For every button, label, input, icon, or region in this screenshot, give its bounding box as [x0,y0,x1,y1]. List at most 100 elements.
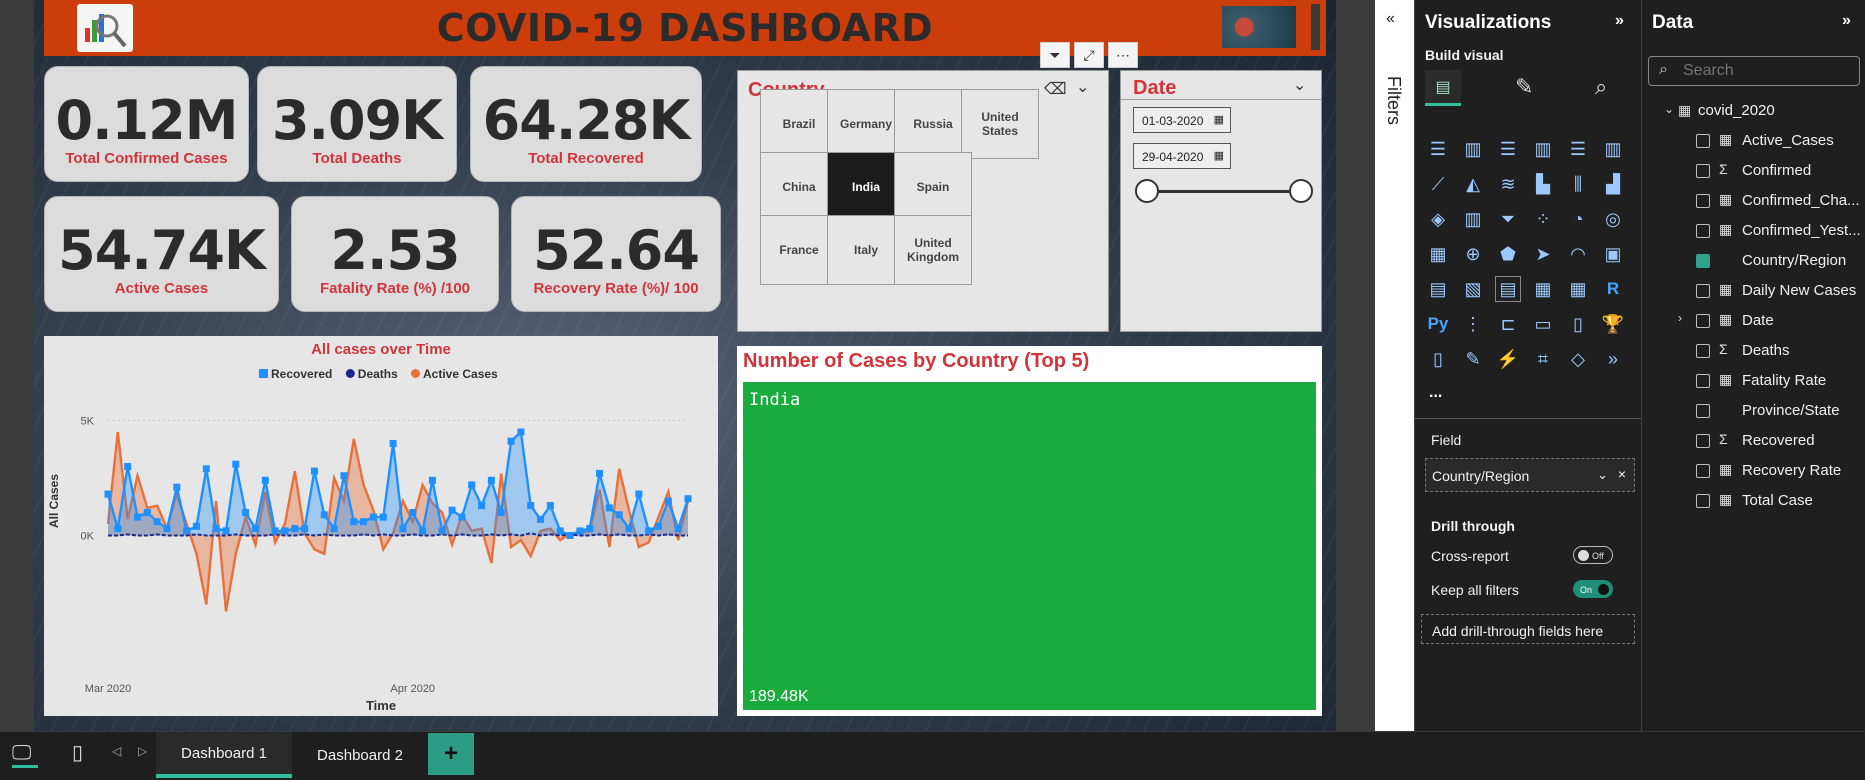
ribbon-icon[interactable]: ⫼ [1565,171,1591,197]
kpi-card-active-cases[interactable]: 54.74K Active Cases [44,196,279,312]
line-icon[interactable]: ⟋ [1425,171,1451,197]
field-checkbox[interactable] [1696,374,1710,388]
format-visual-icon[interactable]: ✎ [1515,74,1533,100]
field-province-state[interactable]: Province/State [1642,400,1865,424]
kpi-card-total-confirmed[interactable]: 0.12M Total Confirmed Cases [44,66,249,182]
more-options-icon[interactable]: ⋯ [1108,42,1138,68]
table-icon[interactable]: ▦ [1530,276,1556,302]
power-automate-icon[interactable]: ⚡ [1495,346,1521,372]
slicer-icon[interactable]: ▤ [1495,276,1521,302]
drill-through-drop-zone[interactable]: Add drill-through fields here [1421,614,1635,644]
field-date[interactable]: › ▦ Date [1642,310,1865,334]
stacked-bar-icon[interactable]: ☰ [1425,136,1451,162]
chevron-double-right-icon[interactable]: » [1615,12,1624,30]
filters-label[interactable]: Filters [1383,76,1404,125]
field-checkbox[interactable] [1696,404,1710,418]
chevron-right-icon[interactable]: › [1678,311,1682,325]
field-total-case[interactable]: ▦ Total Case [1642,490,1865,514]
waterfall-icon[interactable]: ▟ [1600,171,1626,197]
line-clustered-icon[interactable]: ▙ [1530,171,1556,197]
chevron-icon[interactable]: » [1600,346,1626,372]
card-icon[interactable]: ▣ [1600,241,1626,267]
page-tab-dashboard-2[interactable]: Dashboard 2 [292,732,428,778]
kpi-card-fatality-rate[interactable]: 2.53 Fatality Rate (%) /100 [291,196,499,312]
qa-icon[interactable]: ▭ [1530,311,1556,337]
more-visuals-button[interactable]: ... [1429,384,1442,402]
chevron-double-right-icon[interactable]: » [1842,12,1851,30]
date-range-start-handle[interactable] [1135,179,1159,203]
key-influencers-icon[interactable]: ⋮ [1460,311,1486,337]
analytics-icon[interactable]: ⌕ [1595,74,1607,100]
field-daily-new-cases[interactable]: ▦ Daily New Cases [1642,280,1865,304]
date-range-end-handle[interactable] [1289,179,1313,203]
field-country-region[interactable]: Country/Region [1642,250,1865,274]
keep-all-filters-toggle[interactable]: On [1573,580,1613,598]
area-icon[interactable]: ◭ [1460,171,1486,197]
paginated-icon[interactable]: 🏆 [1600,311,1626,337]
chevron-down-icon[interactable]: ⌄ [1076,77,1089,97]
desktop-view-icon[interactable]: 🖵 [12,742,38,768]
eraser-icon[interactable]: ⌫ [1044,79,1067,99]
previous-page-icon[interactable]: ◁ [112,744,121,758]
diamond-icon[interactable]: ◇ [1565,346,1591,372]
start-date-input[interactable]: 01-03-2020 ▦ [1133,107,1231,133]
pie-icon[interactable]: ◔ [1565,206,1591,232]
next-page-icon[interactable]: ▷ [138,744,147,758]
field-checkbox[interactable] [1696,224,1710,238]
country-tile-spain[interactable]: Spain [894,152,972,222]
country-tile-united-states[interactable]: United States [961,89,1039,159]
field-confirmed[interactable]: Σ Confirmed [1642,160,1865,184]
field-checkbox[interactable] [1696,494,1710,508]
date-slicer[interactable]: Date ⌄ 01-03-2020 ▦ 29-04-2020 ▦ [1120,70,1322,332]
azure-map-icon[interactable]: ➤ [1530,241,1556,267]
country-slicer[interactable]: Country ⌫ ⌄ BrazilGermanyRussiaUnited St… [737,70,1109,332]
country-tile-united-kingdom[interactable]: United Kingdom [894,215,972,285]
table-name-covid-2020[interactable]: covid_2020 [1698,102,1775,119]
scatter-icon[interactable]: ⁘ [1530,206,1556,232]
decomposition-tree-icon[interactable]: ⊏ [1495,311,1521,337]
field-checkbox[interactable] [1696,194,1710,208]
data-search-box[interactable]: ⌕ [1648,56,1860,86]
power-apps-icon[interactable]: ✎ [1460,346,1486,372]
stacked-area-icon[interactable]: ≋ [1495,171,1521,197]
gauge-icon[interactable]: ◠ [1565,241,1591,267]
kpi-card-total-recovered[interactable]: 64.28K Total Recovered [470,66,702,182]
kpi-icon[interactable]: ▧ [1460,276,1486,302]
field-checkbox[interactable] [1696,434,1710,448]
field-checkbox[interactable] [1696,344,1710,358]
field-checkbox[interactable] [1696,134,1710,148]
build-visual-tab-icon[interactable]: ▤ [1425,70,1461,106]
waterfall-2-icon[interactable]: ▥ [1460,206,1486,232]
field-recovered[interactable]: Σ Recovered [1642,430,1865,454]
cross-report-toggle[interactable]: Off [1573,546,1613,564]
100-bar-icon[interactable]: ☰ [1565,136,1591,162]
cases-by-country-treemap-panel[interactable]: Number of Cases by Country (Top 5) India… [737,346,1322,716]
donut-icon[interactable]: ◎ [1600,206,1626,232]
filled-map-icon[interactable]: ⬟ [1495,241,1521,267]
metrics-icon[interactable]: ▯ [1425,346,1451,372]
field-checkbox[interactable] [1696,464,1710,478]
field-deaths[interactable]: Σ Deaths [1642,340,1865,364]
map-icon[interactable]: ⊕ [1460,241,1486,267]
stacked-column-icon[interactable]: ▥ [1530,136,1556,162]
r-visual-icon[interactable]: R [1600,276,1626,302]
kpi-card-total-deaths[interactable]: 3.09K Total Deaths [257,66,457,182]
treemap-icon[interactable]: ▦ [1425,241,1451,267]
matrix-icon[interactable]: ▦ [1565,276,1591,302]
focus-mode-icon[interactable]: ⤢ [1074,42,1104,68]
field-checkbox[interactable] [1696,164,1710,178]
python-visual-icon[interactable]: Py [1425,311,1451,337]
treemap-tile-india[interactable]: India 189.48K [743,382,1316,710]
100-column-icon[interactable]: ▥ [1600,136,1626,162]
clustered-column-icon[interactable]: ▥ [1460,136,1486,162]
on-object-icon[interactable]: ⌗ [1530,346,1556,372]
chevron-down-icon[interactable]: ⌄ [1597,467,1608,483]
chevron-double-left-icon[interactable]: « [1386,10,1395,28]
scatter-funnel-icon[interactable]: ◈ [1425,206,1451,232]
page-tab-dashboard-1[interactable]: Dashboard 1 [156,732,292,778]
chevron-down-icon[interactable]: ⌄ [1664,102,1674,116]
clustered-bar-icon[interactable]: ☰ [1495,136,1521,162]
smart-narrative-icon[interactable]: ▯ [1565,311,1591,337]
multi-row-card-icon[interactable]: ▤ [1425,276,1451,302]
field-confirmed-yest[interactable]: ▦ Confirmed_Yest... [1642,220,1865,244]
